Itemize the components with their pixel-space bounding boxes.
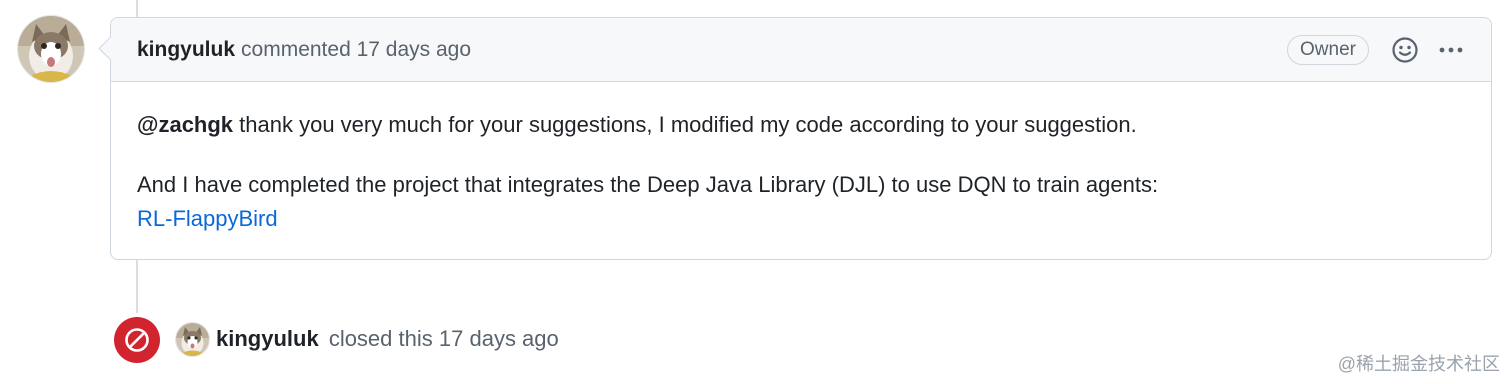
comment-paragraph-1-text: thank you very much for your suggestions… bbox=[233, 112, 1137, 137]
comment-header: kingyuluk commented 17 days ago Owner bbox=[111, 18, 1491, 82]
cat-avatar-icon bbox=[176, 323, 209, 356]
circle-slash-icon bbox=[125, 328, 149, 352]
comment-timestamp[interactable]: 17 days ago bbox=[357, 38, 471, 62]
event-author-avatar[interactable] bbox=[176, 323, 209, 356]
user-mention-link[interactable]: @zachgk bbox=[137, 112, 233, 137]
add-reaction-button[interactable] bbox=[1389, 34, 1421, 66]
comment-body: @zachgk thank you very much for your sug… bbox=[111, 82, 1491, 236]
comment-options-button[interactable] bbox=[1435, 34, 1467, 66]
closed-event-badge bbox=[114, 317, 160, 363]
comment-box: kingyuluk commented 17 days ago Owner @z… bbox=[110, 17, 1492, 260]
kebab-horizontal-icon bbox=[1439, 47, 1463, 52]
comment-author-link[interactable]: kingyuluk bbox=[137, 38, 235, 62]
author-avatar[interactable] bbox=[18, 16, 84, 82]
comment-paragraph-1: @zachgk thank you very much for your sug… bbox=[137, 108, 1465, 142]
event-action: closed this bbox=[328, 326, 433, 351]
cat-avatar-icon bbox=[18, 16, 84, 82]
event-timestamp[interactable]: 17 days ago bbox=[439, 326, 559, 351]
comment-header-actions: Owner bbox=[1287, 34, 1467, 66]
event-author-link[interactable]: kingyuluk bbox=[216, 326, 319, 351]
closed-event-text: kingyuluk closed this 17 days ago bbox=[216, 324, 559, 354]
owner-badge: Owner bbox=[1287, 34, 1369, 65]
smiley-icon bbox=[1392, 36, 1418, 63]
comment-action: commented bbox=[241, 37, 351, 61]
comment-paragraph-2-text: And I have completed the project that in… bbox=[137, 172, 1159, 197]
watermark: @稀土掘金技术社区 bbox=[1337, 354, 1500, 374]
comment-paragraph-2: And I have completed the project that in… bbox=[137, 168, 1465, 236]
rl-flappybird-link[interactable]: RL-FlappyBird bbox=[137, 206, 278, 231]
